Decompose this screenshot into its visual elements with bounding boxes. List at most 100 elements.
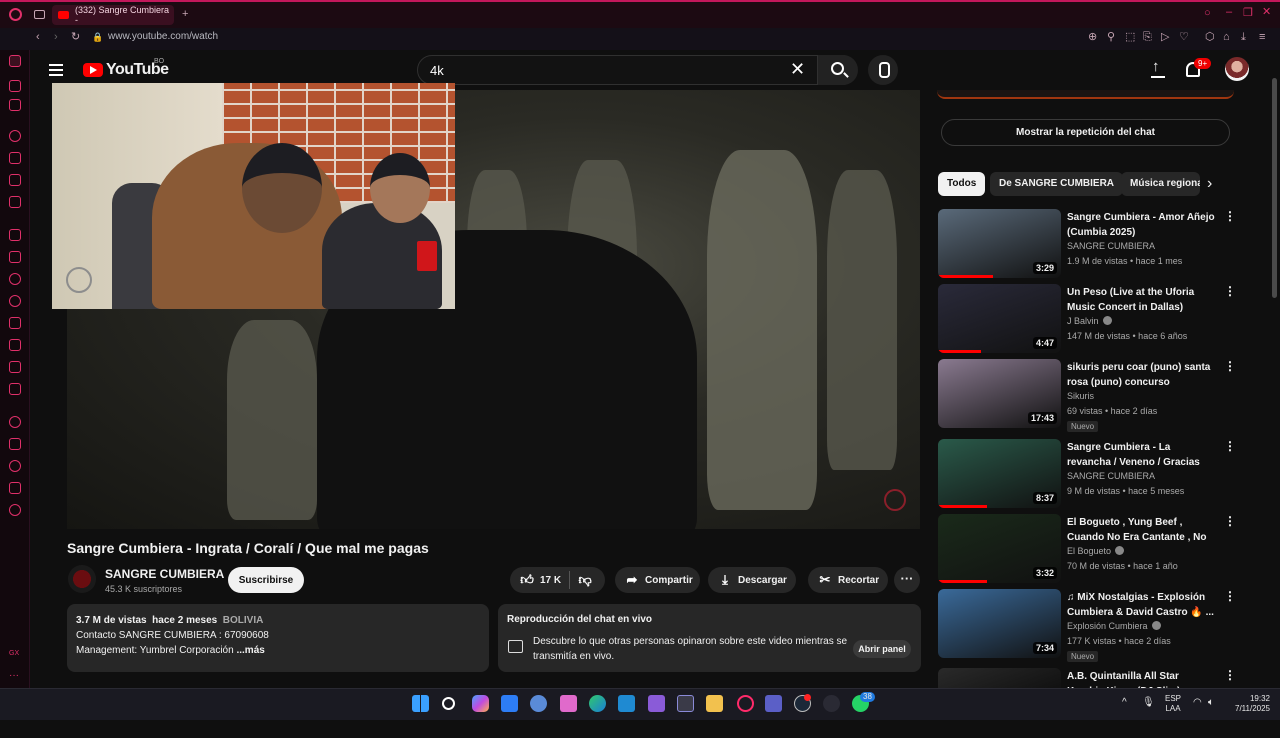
forward-icon[interactable]: ›	[54, 32, 58, 43]
recommended-title[interactable]: Sangre Cumbiera - Amor Añejo (Cumbia 202…	[1067, 210, 1217, 240]
voice-search-icon[interactable]	[868, 55, 898, 85]
description-box[interactable]: 3.7 M de vistas hace 2 meses BOLIVIA Con…	[67, 604, 489, 672]
pip-webcam-overlay[interactable]	[52, 83, 455, 309]
copilot-icon[interactable]	[472, 695, 489, 712]
vscode-icon[interactable]	[618, 695, 635, 712]
chip-channel[interactable]: De SANGRE CUMBIERA	[990, 172, 1124, 196]
recommended-channel[interactable]: Sikuris	[1067, 391, 1094, 401]
chip-todos[interactable]: Todos	[938, 172, 986, 196]
aria-ai-icon[interactable]	[9, 229, 21, 241]
bag-icon[interactable]	[9, 152, 21, 164]
clear-search-icon[interactable]: ✕	[790, 59, 805, 80]
download-button[interactable]: ⤓ Descargar	[708, 567, 796, 593]
extensions-icon[interactable]: ⬡	[1205, 32, 1215, 43]
gmail-icon[interactable]	[9, 196, 21, 208]
aria-icon[interactable]	[9, 80, 21, 92]
account-avatar[interactable]	[1225, 57, 1249, 81]
recommended-video[interactable]: 8:37 Sangre Cumbiera - La revancha / Vene…	[938, 439, 1238, 509]
kebab-menu-icon[interactable]: ⋮	[1224, 284, 1236, 298]
home-icon[interactable]	[9, 55, 21, 67]
recommended-video[interactable]: 17:43 sikuris peru coar (puno) santa rosa…	[938, 359, 1238, 432]
back-icon[interactable]: ‹	[36, 32, 40, 43]
video-thumbnail[interactable]: 8:37	[938, 439, 1061, 508]
video-thumbnail[interactable]: 17:43	[938, 359, 1061, 428]
video-thumbnail[interactable]: 3:29	[938, 209, 1061, 278]
url-field[interactable]: www.youtube.com/watch	[108, 31, 218, 42]
player-icon[interactable]: ▷	[1161, 32, 1169, 43]
recommended-video[interactable]: 7:34 ♫ MiX Nostalgias - Explosión Cumbier…	[938, 589, 1238, 662]
recommended-channel[interactable]: J Balvin	[1067, 316, 1112, 326]
kebab-menu-icon[interactable]: ⋮	[1224, 514, 1236, 528]
recommended-title[interactable]: Sangre Cumbiera - La revancha / Veneno /…	[1067, 440, 1217, 470]
minimize-icon[interactable]: –	[1226, 7, 1232, 18]
language-indicator[interactable]: ESP LAA	[1163, 694, 1183, 714]
channel-avatar[interactable]	[68, 565, 96, 593]
instagram-icon[interactable]	[9, 339, 21, 351]
video-thumbnail[interactable]	[938, 668, 1061, 688]
search-input[interactable]: 4k	[430, 63, 444, 78]
recommended-video[interactable]: 4:47 Un Peso (Live at the Uforia Music Co…	[938, 284, 1238, 354]
store-icon[interactable]	[501, 695, 518, 712]
heart-icon[interactable]: ♡	[1179, 32, 1189, 43]
opera-gx-icon[interactable]	[737, 695, 754, 712]
messenger-icon[interactable]	[9, 273, 21, 285]
kebab-menu-icon[interactable]: ⋮	[1224, 439, 1236, 453]
show-chat-replay-button[interactable]: Mostrar la repetición del chat	[941, 119, 1230, 146]
visual-studio-icon[interactable]	[648, 695, 665, 712]
video-thumbnail[interactable]: 7:34	[938, 589, 1061, 658]
chatgpt-icon[interactable]	[530, 695, 547, 712]
player-sidebar-icon[interactable]	[9, 99, 21, 111]
cursor-app-icon[interactable]	[823, 695, 840, 712]
music-icon[interactable]	[9, 416, 21, 428]
recommended-channel[interactable]: El Bogueto	[1067, 546, 1125, 556]
recommended-title[interactable]: El Bogueto , Yung Beef , Cuando No Era C…	[1067, 515, 1217, 545]
channel-name[interactable]: SANGRE CUMBIERA	[105, 567, 224, 581]
download-icon[interactable]: ⤓	[1241, 32, 1246, 43]
wifi-icon[interactable]: ◠	[1193, 698, 1202, 708]
show-more-link[interactable]: ...más	[236, 645, 264, 656]
tiktok-icon[interactable]	[9, 361, 21, 373]
dislike-icon[interactable]: 👎︎	[578, 573, 592, 587]
search-button[interactable]	[817, 55, 858, 85]
reload-icon[interactable]: ↻	[71, 32, 80, 43]
recommended-channel[interactable]: SANGRE CUMBIERA	[1067, 241, 1155, 251]
browser-tab-youtube[interactable]: (332) Sangre Cumbiera -	[52, 5, 174, 25]
share-button[interactable]: ➦ Compartir	[615, 567, 700, 593]
edge-icon[interactable]	[589, 695, 606, 712]
country-tag[interactable]: BOLIVIA	[223, 615, 264, 626]
taskbar-search-icon[interactable]	[442, 697, 455, 710]
hamburger-menu-icon[interactable]	[49, 64, 63, 76]
recommended-video[interactable]: 3:29 Sangre Cumbiera - Amor Añejo (Cumbia…	[938, 209, 1238, 279]
windows-start-icon[interactable]	[412, 695, 429, 712]
menu-icon[interactable]: ≡	[1259, 32, 1265, 43]
gx-icon[interactable]: GX	[9, 650, 21, 662]
send-icon[interactable]	[9, 438, 21, 450]
settings-icon[interactable]	[9, 504, 21, 516]
more-actions-button[interactable]: ···	[894, 567, 920, 593]
kebab-menu-icon[interactable]: ⋮	[1224, 209, 1236, 223]
wallet-icon[interactable]: ⌂	[1223, 32, 1230, 43]
video-thumbnail[interactable]: 3:32	[938, 514, 1061, 583]
recommended-channel[interactable]: Explosión Cumbiera	[1067, 621, 1161, 631]
file-explorer-icon[interactable]	[706, 695, 723, 712]
video-thumbnail[interactable]: 4:47	[938, 284, 1061, 353]
new-tab-icon[interactable]: +	[182, 9, 188, 20]
kebab-menu-icon[interactable]: ⋮	[1224, 359, 1236, 373]
recommended-video[interactable]: 3:32 El Bogueto , Yung Beef , Cuando No E…	[938, 514, 1238, 584]
whatsapp-sidebar-icon[interactable]	[9, 295, 21, 307]
teams-icon[interactable]	[765, 695, 782, 712]
search-tabs-icon[interactable]: ○	[1204, 8, 1211, 19]
clip-button[interactable]: ✂ Recortar	[808, 567, 888, 593]
recommended-title[interactable]: sikuris peru coar (puno) santa rosa (pun…	[1067, 360, 1217, 390]
channel-watermark-icon[interactable]	[884, 489, 906, 511]
microphone-tray-icon[interactable]: 🎙︎	[1142, 698, 1155, 708]
open-panel-button[interactable]: Abrir panel	[853, 640, 911, 658]
more-sidebar-icon[interactable]: ···	[9, 670, 21, 682]
translate-icon[interactable]: ⎘	[1143, 32, 1152, 43]
chip-regional[interactable]: Música regional	[1121, 172, 1200, 196]
m365-icon[interactable]	[560, 695, 577, 712]
clock[interactable]: 19:32 7/11/2025	[1226, 694, 1270, 714]
twitch-icon[interactable]	[9, 251, 21, 263]
youtube-logo-icon[interactable]	[83, 63, 103, 77]
tab-island-icon[interactable]	[34, 10, 45, 19]
